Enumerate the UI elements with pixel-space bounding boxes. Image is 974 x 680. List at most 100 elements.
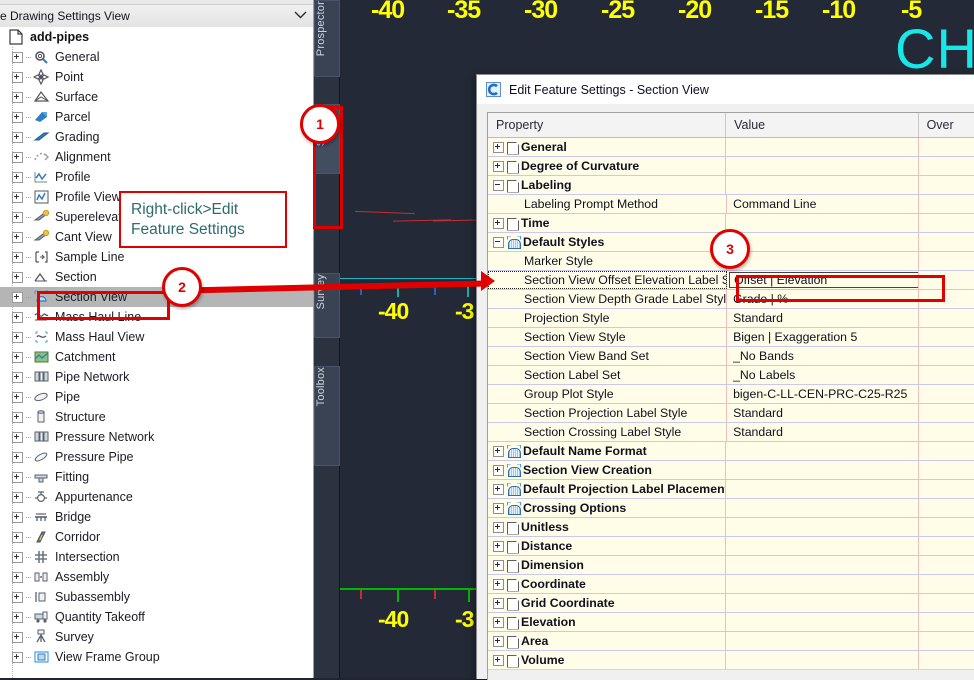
tree-expander-icon[interactable] (12, 331, 23, 343)
grid-cell-value[interactable] (727, 252, 920, 270)
grid-cell-override[interactable] (919, 575, 974, 593)
grid-cell-property[interactable]: Default Projection Label Placement (488, 480, 727, 498)
grid-cell-property[interactable]: Degree of Curvature (488, 157, 727, 175)
expand-plus-icon[interactable] (493, 160, 504, 172)
expand-plus-icon[interactable] (493, 597, 504, 609)
grid-cell-override[interactable] (919, 423, 974, 441)
grid-cell-override[interactable] (919, 594, 974, 612)
table-row[interactable]: Elevation (488, 613, 974, 632)
tree-expander-icon[interactable] (12, 471, 23, 483)
grid-cell-value[interactable] (726, 594, 919, 612)
sidebar-item-pressure-network[interactable]: Pressure Network (0, 427, 313, 447)
grid-cell-property[interactable]: Group Plot Style (488, 385, 728, 403)
table-row[interactable]: Section View Creation (488, 461, 974, 480)
tree-root-drawing[interactable]: add-pipes (0, 27, 313, 47)
table-row[interactable]: Labeling (488, 176, 974, 195)
tree-expander-icon[interactable] (12, 451, 23, 463)
expand-plus-icon[interactable] (493, 521, 504, 533)
sidebar-item-subassembly[interactable]: Subassembly (0, 587, 313, 607)
tree-expander-icon[interactable] (12, 51, 23, 63)
sidebar-item-catchment[interactable]: Catchment (0, 347, 313, 367)
grid-cell-property[interactable]: Section View Style (488, 328, 728, 346)
grid-cell-property[interactable]: Section View Creation (488, 461, 727, 479)
grid-header-property[interactable]: Property (488, 113, 727, 137)
tree-expander-icon[interactable] (12, 291, 23, 303)
grid-cell-property[interactable]: Projection Style (488, 309, 728, 327)
grid-cell-value[interactable]: Standard (727, 423, 920, 441)
grid-cell-value[interactable] (726, 613, 919, 631)
chevron-down-icon[interactable] (287, 10, 313, 22)
table-row[interactable]: Section View Band Set _No Bands (488, 347, 974, 366)
grid-cell-property[interactable]: General (488, 138, 727, 156)
table-row[interactable]: Default Name Format (488, 442, 974, 461)
grid-cell-value[interactable] (726, 214, 919, 232)
grid-cell-value[interactable] (726, 461, 919, 479)
tree-expander-icon[interactable] (12, 371, 23, 383)
grid-horizontal-scrollbar[interactable] (488, 669, 974, 680)
grid-cell-value[interactable] (726, 556, 919, 574)
table-row[interactable]: Default Projection Label Placement (488, 480, 974, 499)
expand-plus-icon[interactable] (493, 635, 504, 647)
grid-cell-override[interactable] (919, 195, 974, 213)
tree-expander-icon[interactable] (12, 91, 23, 103)
table-row[interactable]: Group Plot Style bigen-C-LL-CEN-PRC-C25-R… (488, 385, 974, 404)
grid-cell-property[interactable]: Section Crossing Label Style (488, 423, 728, 441)
grid-cell-override[interactable] (919, 214, 974, 232)
tree-expander-icon[interactable] (12, 171, 23, 183)
table-row[interactable]: Coordinate (488, 575, 974, 594)
grid-cell-override[interactable] (919, 651, 974, 669)
palette-tab-survey[interactable]: Survey (314, 273, 340, 338)
tree-expander-icon[interactable] (12, 531, 23, 543)
grid-cell-property[interactable]: Elevation (488, 613, 727, 631)
grid-cell-property[interactable]: Section Projection Label Style (488, 404, 728, 422)
tree-expander-icon[interactable] (12, 651, 23, 663)
grid-cell-value[interactable] (726, 651, 919, 669)
sidebar-item-alignment[interactable]: Alignment (0, 147, 313, 167)
grid-cell-property[interactable]: Labeling Prompt Method (488, 195, 728, 213)
table-row[interactable]: Area (488, 632, 974, 651)
tree-expander-icon[interactable] (12, 431, 23, 443)
table-row[interactable]: Crossing Options (488, 499, 974, 518)
tree-expander-icon[interactable] (12, 271, 23, 283)
grid-cell-override[interactable] (919, 632, 974, 650)
grid-cell-property[interactable]: Section View Offset Elevation Label St..… (488, 271, 728, 289)
table-row[interactable]: Section View Style Bigen | Exaggeration 5 (488, 328, 974, 347)
sidebar-item-sample-line[interactable]: Sample Line (0, 247, 313, 267)
grid-cell-value[interactable] (726, 499, 919, 517)
table-row[interactable]: Section Crossing Label Style Standard (488, 423, 974, 442)
grid-cell-override[interactable] (919, 461, 974, 479)
grid-cell-property[interactable]: Area (488, 632, 727, 650)
sidebar-item-survey[interactable]: Survey (0, 627, 313, 647)
grid-cell-value[interactable] (726, 518, 919, 536)
grid-cell-property[interactable]: Default Styles (488, 233, 727, 251)
grid-cell-override[interactable] (919, 309, 974, 327)
sidebar-item-quantity-takeoff[interactable]: Quantity Takeoff (0, 607, 313, 627)
table-row[interactable]: Grid Coordinate (488, 594, 974, 613)
grid-cell-value[interactable]: Standard (727, 404, 920, 422)
table-row[interactable]: Section Projection Label Style Standard (488, 404, 974, 423)
grid-cell-override[interactable] (919, 556, 974, 574)
expand-plus-icon[interactable] (493, 217, 504, 229)
grid-cell-value[interactable] (726, 480, 919, 498)
grid-header-value[interactable]: Value (726, 113, 919, 137)
grid-cell-override[interactable] (919, 233, 974, 251)
palette-tab-prospector[interactable]: Prospector (314, 0, 340, 77)
tree-expander-icon[interactable] (12, 551, 23, 563)
tree-expander-icon[interactable] (12, 311, 23, 323)
sidebar-item-section[interactable]: Section (0, 267, 313, 287)
grid-header-override[interactable]: Over (919, 113, 974, 137)
expand-plus-icon[interactable] (493, 483, 504, 495)
grid-cell-property[interactable]: Time (488, 214, 727, 232)
table-row[interactable]: Degree of Curvature (488, 157, 974, 176)
settings-property-grid[interactable]: Property Value Over General Degree of Cur… (487, 112, 974, 680)
sidebar-item-corridor[interactable]: Corridor (0, 527, 313, 547)
grid-cell-property[interactable]: Coordinate (488, 575, 727, 593)
table-row[interactable]: Volume (488, 651, 974, 670)
grid-cell-value[interactable] (726, 157, 919, 175)
sidebar-item-parcel[interactable]: Parcel (0, 107, 313, 127)
sidebar-item-pipe-network[interactable]: Pipe Network (0, 367, 313, 387)
expand-plus-icon[interactable] (493, 654, 504, 666)
tree-expander-icon[interactable] (12, 591, 23, 603)
tree-expander-icon[interactable] (12, 491, 23, 503)
sidebar-item-pressure-pipe[interactable]: Pressure Pipe (0, 447, 313, 467)
